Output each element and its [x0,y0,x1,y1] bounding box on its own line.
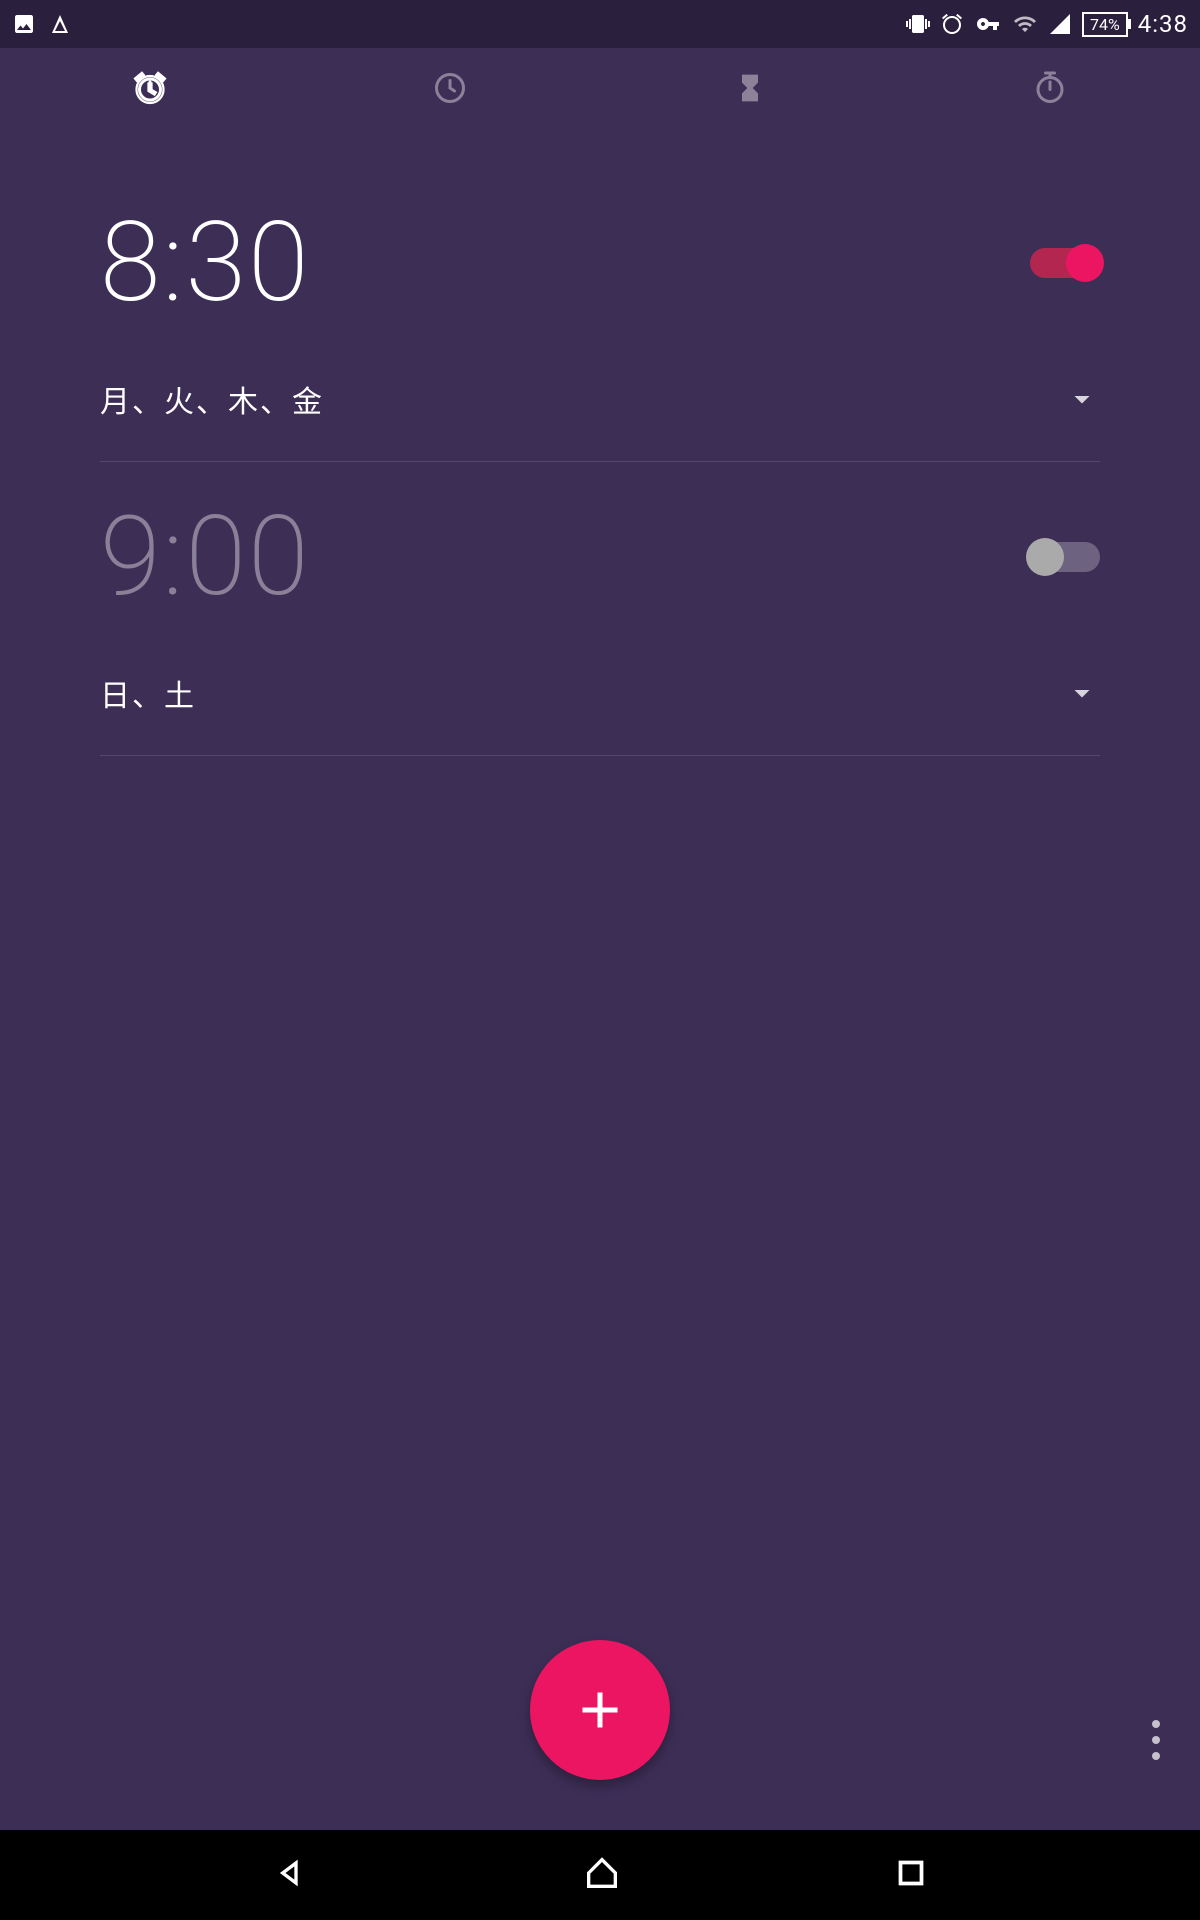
alarm-days: 日、土 [100,671,196,715]
back-icon [271,1853,311,1893]
nav-home-button[interactable] [582,1853,622,1897]
alarm-status-icon [940,12,964,36]
clock-icon [432,70,468,106]
overflow-menu-button[interactable] [1152,1720,1160,1760]
status-time: 4:38 [1138,10,1188,38]
chevron-down-icon[interactable] [1064,675,1100,711]
alarm-item[interactable]: 8:30 月、火、木、金 [100,168,1100,462]
square-icon [893,1855,929,1891]
toggle-knob [1026,538,1064,576]
tab-bar [0,48,1200,128]
stopwatch-icon [1032,70,1068,106]
dot-icon [1152,1720,1160,1728]
vpn-key-icon [974,12,1002,36]
nav-bar [0,1830,1200,1920]
alarm-item[interactable]: 9:00 日、土 [100,462,1100,756]
battery-indicator: 74% [1082,12,1128,37]
chevron-down-icon[interactable] [1064,381,1100,417]
hourglass-icon [734,72,766,104]
home-icon [582,1853,622,1893]
alarm-toggle[interactable] [1030,542,1100,572]
alarm-list: 8:30 月、火、木、金 9:00 日、土 [0,128,1200,756]
status-bar: 74% 4:38 [0,0,1200,48]
signal-icon [1048,12,1072,36]
tab-timer[interactable] [600,48,900,128]
toggle-knob [1066,244,1104,282]
tab-stopwatch[interactable] [900,48,1200,128]
status-left-icons [12,12,72,36]
status-right-icons: 74% 4:38 [906,10,1188,38]
alarm-time[interactable]: 9:00 [100,492,311,621]
dot-icon [1152,1752,1160,1760]
alarm-icon [132,70,168,106]
add-alarm-button[interactable] [530,1640,670,1780]
alarm-days: 月、火、木、金 [100,377,324,421]
wifi-icon [1012,12,1038,36]
plus-icon [570,1680,630,1740]
nav-recents-button[interactable] [893,1855,929,1895]
mountain-icon [48,12,72,36]
tab-alarm[interactable] [0,48,300,128]
nav-back-button[interactable] [271,1853,311,1897]
dot-icon [1152,1736,1160,1744]
image-icon [12,12,36,36]
alarm-toggle[interactable] [1030,248,1100,278]
vibrate-icon [906,12,930,36]
tab-clock[interactable] [300,48,600,128]
alarm-time[interactable]: 8:30 [100,198,311,327]
